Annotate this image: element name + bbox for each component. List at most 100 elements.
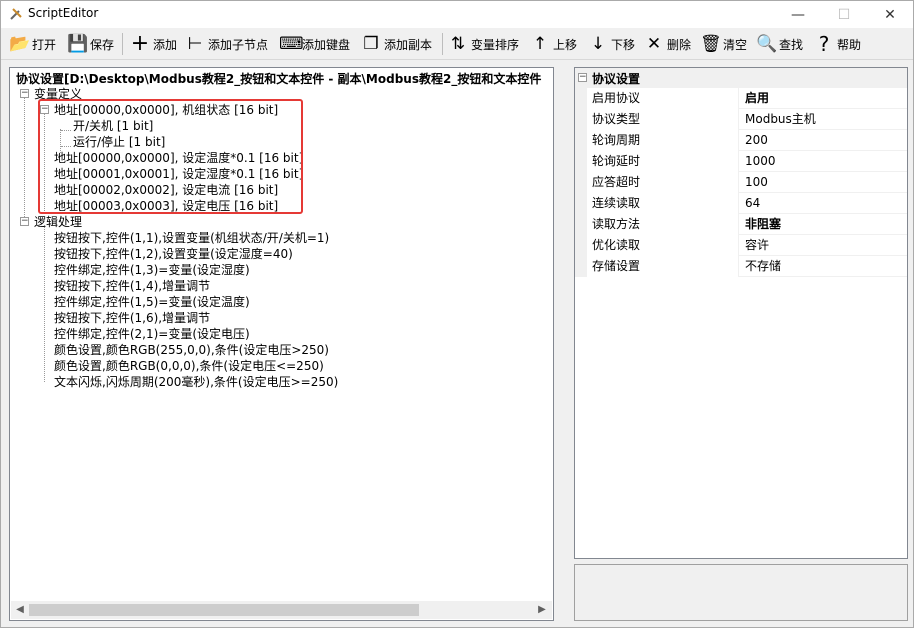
tree-connector: [24, 97, 25, 225]
save-button[interactable]: 💾 保存: [67, 31, 114, 57]
plus-icon: +: [130, 31, 150, 56]
maximize-button[interactable]: ☐: [821, 1, 867, 28]
clear-label: 清空: [723, 37, 748, 52]
property-row[interactable]: 读取方法 非阻塞: [575, 214, 907, 235]
property-value[interactable]: 不存储: [745, 256, 781, 277]
delete-button[interactable]: ✕ 删除: [644, 31, 691, 57]
arrow-down-icon: ↓: [590, 34, 606, 54]
tree-logic-item[interactable]: 颜色设置,颜色RGB(0,0,0),条件(设定电压<=250): [54, 358, 324, 374]
minimize-button[interactable]: —: [775, 1, 821, 28]
help-icon: ?: [818, 32, 830, 56]
toolbar-separator: [122, 33, 123, 55]
tree-logic-item[interactable]: 按钮按下,控件(1,4),增量调节: [54, 278, 210, 294]
property-key: 轮询周期: [575, 130, 739, 151]
find-label: 查找: [779, 37, 804, 52]
tree-logic-item[interactable]: 按钮按下,控件(1,1),设置变量(机组状态/开/关机=1): [54, 230, 329, 246]
find-button[interactable]: 🔍 查找: [756, 31, 803, 57]
sort-vars-button[interactable]: ⇅ 变量排序: [448, 31, 519, 57]
property-row[interactable]: 协议类型 Modbus主机: [575, 109, 907, 130]
tree-logic-item[interactable]: 颜色设置,颜色RGB(255,0,0),条件(设定电压>250): [54, 342, 329, 358]
property-key: 连续读取: [575, 193, 739, 214]
move-down-label: 下移: [611, 37, 636, 52]
save-label: 保存: [90, 37, 115, 52]
copy-icon: ❐: [363, 34, 379, 54]
add-keyboard-label: 添加键盘: [302, 37, 351, 52]
property-key: 启用协议: [575, 88, 739, 109]
property-row[interactable]: 优化读取 容许: [575, 235, 907, 256]
toolbar: 📂 打开 💾 保存 + 添加 ⊢ 添加子节点 ⌨ 添加键盘 ❐ 添加副本 ⇅ 变…: [1, 28, 913, 60]
toolbar-separator: [442, 33, 443, 55]
property-value[interactable]: Modbus主机: [745, 109, 816, 130]
scroll-right-icon[interactable]: ▶: [534, 602, 550, 618]
tree-connector: [44, 225, 45, 382]
window-title: ScriptEditor: [28, 6, 99, 20]
property-category[interactable]: − 协议设置: [575, 68, 907, 88]
tree-logic-item[interactable]: 按钮按下,控件(1,2),设置变量(设定湿度=40): [54, 246, 293, 262]
property-key: 优化读取: [575, 235, 739, 256]
property-key: 轮询延时: [575, 151, 739, 172]
save-icon: 💾: [67, 34, 89, 54]
tree-logic-item[interactable]: 按钮按下,控件(1,6),增量调节: [54, 310, 210, 326]
property-value[interactable]: 100: [745, 172, 768, 193]
horizontal-scrollbar[interactable]: ◀ ▶: [11, 601, 552, 619]
property-row[interactable]: 存储设置 不存储: [575, 256, 907, 277]
property-row[interactable]: 轮询周期 200: [575, 130, 907, 151]
move-up-button[interactable]: ↑ 上移: [530, 31, 577, 57]
tree-logic-item[interactable]: 控件绑定,控件(2,1)=变量(设定电压): [54, 326, 250, 342]
property-value[interactable]: 200: [745, 130, 768, 151]
property-value[interactable]: 非阻塞: [745, 214, 781, 235]
help-label: 帮助: [837, 37, 862, 52]
property-description-panel: [574, 564, 908, 621]
property-key: 存储设置: [575, 256, 739, 277]
property-value[interactable]: 64: [745, 193, 760, 214]
collapse-toggle[interactable]: −: [20, 89, 29, 98]
highlight-box: [38, 99, 303, 214]
scroll-left-icon[interactable]: ◀: [12, 602, 28, 618]
add-child-button[interactable]: ⊢ 添加子节点: [185, 31, 268, 57]
add-label: 添加: [153, 37, 178, 52]
close-button[interactable]: ✕: [867, 1, 913, 28]
script-tree-panel[interactable]: 协议设置[D:\Desktop\Modbus教程2_按钮和文本控件 - 副本\M…: [9, 67, 554, 621]
property-grid: − 协议设置 启用协议 启用 协议类型 Modbus主机 轮询周期 200 轮询…: [574, 67, 908, 559]
property-value[interactable]: 容许: [745, 235, 769, 256]
move-up-label: 上移: [553, 37, 578, 52]
collapse-toggle[interactable]: −: [578, 73, 587, 82]
property-key: 读取方法: [575, 214, 739, 235]
add-keyboard-button[interactable]: ⌨ 添加键盘: [279, 31, 350, 57]
property-row[interactable]: 启用协议 启用: [575, 88, 907, 109]
add-copy-label: 添加副本: [384, 37, 433, 52]
open-label: 打开: [32, 37, 57, 52]
move-down-button[interactable]: ↓ 下移: [588, 31, 635, 57]
collapse-toggle[interactable]: −: [20, 217, 29, 226]
open-button[interactable]: 📂 打开: [9, 31, 56, 57]
add-button[interactable]: + 添加: [130, 31, 177, 57]
property-value[interactable]: 启用: [745, 88, 769, 109]
x-icon: ✕: [646, 34, 662, 54]
property-row[interactable]: 轮询延时 1000: [575, 151, 907, 172]
tree-logic-section[interactable]: 逻辑处理: [34, 214, 82, 230]
property-row[interactable]: 应答超时 100: [575, 172, 907, 193]
search-icon: 🔍: [756, 34, 778, 54]
clear-button[interactable]: 🗑 清空: [700, 31, 747, 57]
keyboard-icon: ⌨: [279, 34, 304, 54]
property-value[interactable]: 1000: [745, 151, 776, 172]
trash-icon: 🗑: [700, 34, 722, 54]
tree-logic-item[interactable]: 控件绑定,控件(1,5)=变量(设定温度): [54, 294, 250, 310]
category-label: 协议设置: [592, 72, 641, 86]
folder-open-icon: 📂: [9, 34, 31, 54]
script-editor-window: ScriptEditor — ☐ ✕ 📂 打开 💾 保存 + 添加 ⊢ 添加子节…: [0, 0, 914, 628]
tree-root-node[interactable]: 协议设置[D:\Desktop\Modbus教程2_按钮和文本控件 - 副本\M…: [16, 70, 552, 87]
scroll-thumb[interactable]: [29, 604, 419, 616]
property-key: 协议类型: [575, 109, 739, 130]
tree-logic-item[interactable]: 文本闪烁,闪烁周期(200毫秒),条件(设定电压>=250): [54, 374, 338, 390]
property-row[interactable]: 连续读取 64: [575, 193, 907, 214]
sort-icon: ⇅: [450, 34, 466, 54]
app-tools-icon: [10, 8, 22, 20]
add-copy-button[interactable]: ❐ 添加副本: [361, 31, 432, 57]
sort-vars-label: 变量排序: [471, 37, 520, 52]
arrow-up-icon: ↑: [532, 34, 548, 54]
tree-logic-item[interactable]: 控件绑定,控件(1,3)=变量(设定湿度): [54, 262, 250, 278]
help-button[interactable]: ? 帮助: [814, 31, 861, 57]
property-key: 应答超时: [575, 172, 739, 193]
add-child-label: 添加子节点: [208, 37, 269, 52]
